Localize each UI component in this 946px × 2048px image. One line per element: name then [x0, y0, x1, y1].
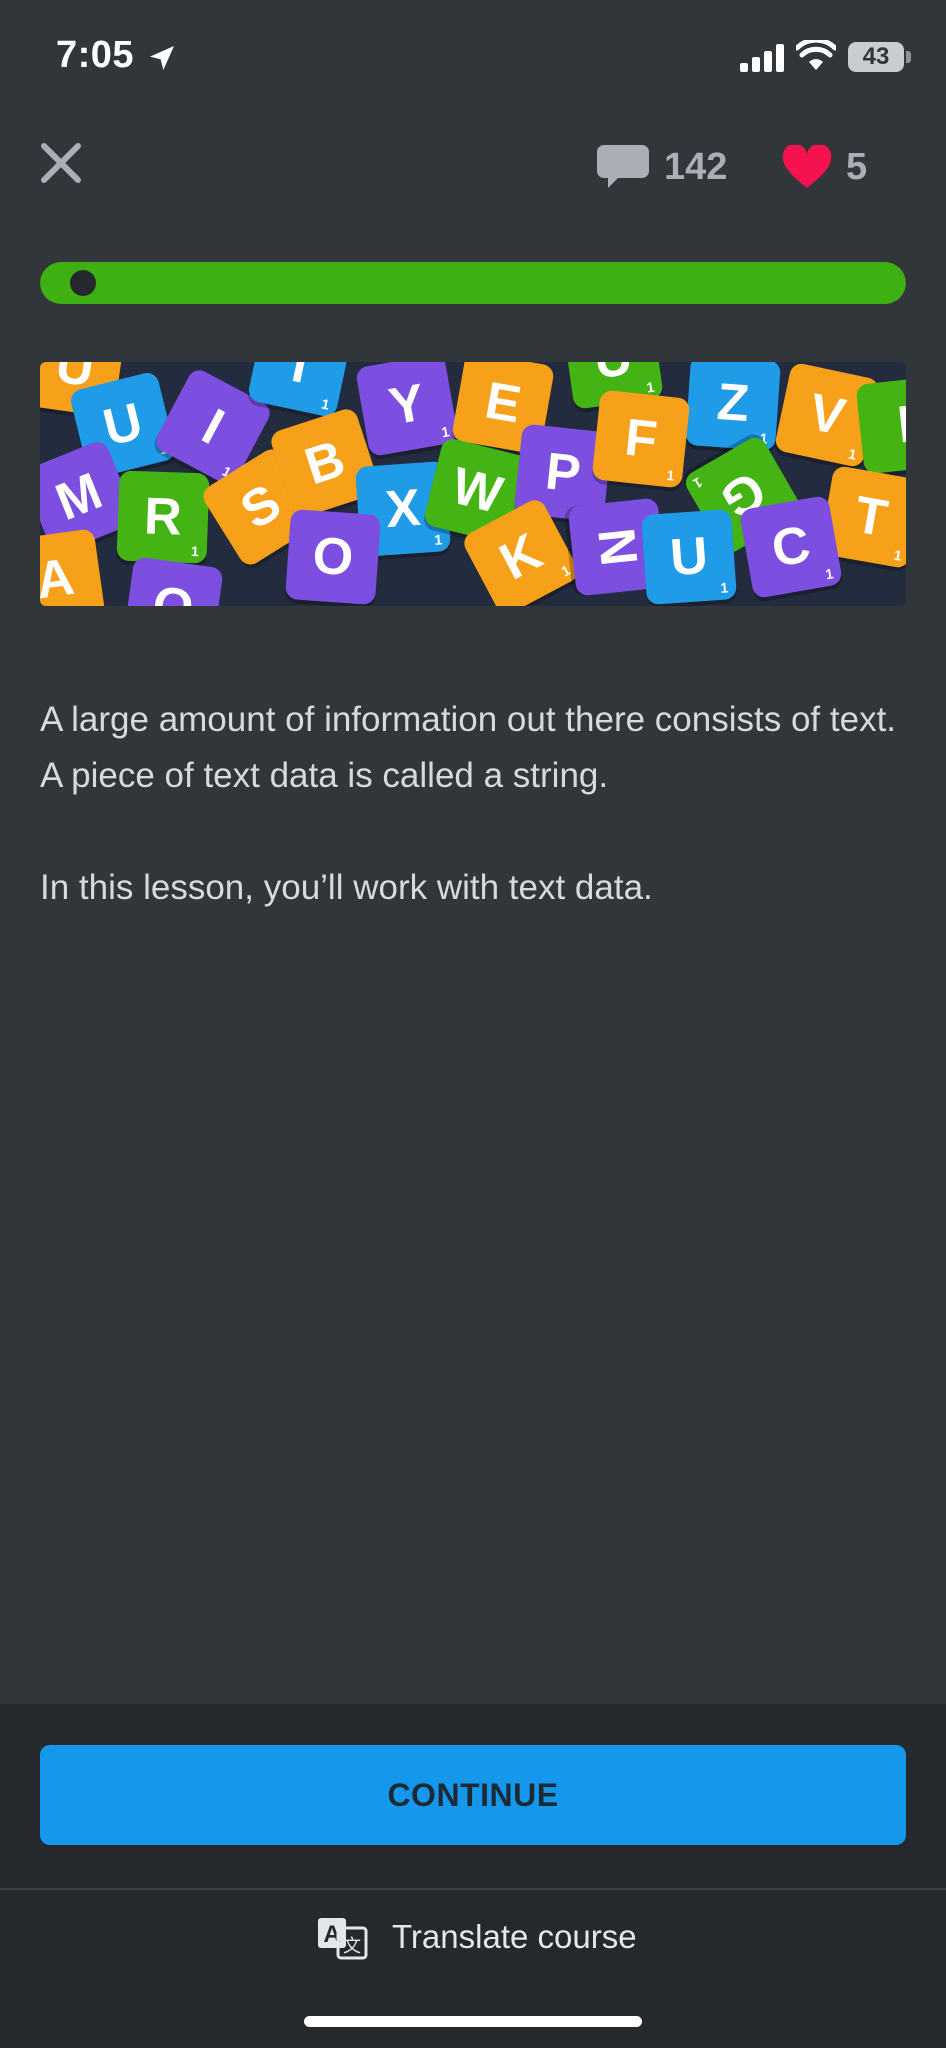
- comments-button[interactable]: 142: [596, 142, 727, 192]
- lesson-progress-bar: [40, 262, 906, 304]
- svg-text:文: 文: [343, 1936, 361, 1957]
- letter-tile: C1: [738, 494, 844, 600]
- letter-tile: Z1: [684, 362, 782, 452]
- wifi-icon: [796, 40, 836, 70]
- battery-icon: 43: [848, 42, 904, 72]
- lesson-paragraph: A large amount of information out there …: [40, 700, 897, 795]
- heart-icon: [782, 145, 832, 188]
- lesson-content: A large amount of information out there …: [40, 692, 906, 972]
- speech-bubble-icon: [597, 145, 649, 188]
- close-icon: [41, 143, 81, 183]
- location-arrow-icon: [150, 46, 174, 70]
- cellular-signal-icon: [740, 44, 784, 72]
- status-bar: 7:05 43: [0, 0, 946, 118]
- home-indicator: [304, 2016, 642, 2027]
- continue-button[interactable]: CONTINUE: [40, 1745, 906, 1845]
- hearts-button[interactable]: 5: [782, 142, 867, 192]
- divider: [0, 1888, 946, 1890]
- letter-tile: A: [40, 528, 106, 606]
- close-button[interactable]: [36, 138, 86, 188]
- lesson-progress-fill: [40, 262, 906, 304]
- progress-marker: [70, 270, 96, 296]
- status-time: 7:05: [56, 34, 135, 76]
- letter-tile: U1: [640, 508, 738, 606]
- letter-tile: R1: [116, 470, 210, 564]
- hearts-count: 5: [846, 145, 868, 188]
- battery-level: 43: [862, 43, 890, 70]
- letter-tiles-illustration: U U1 I1 I1 Y1 E1 U1 Z1 V1 I M1 R1 S1 B1 …: [40, 362, 906, 606]
- translate-course-label: Translate course: [392, 1918, 637, 1955]
- lesson-paragraph: In this lesson, you’ll work with text da…: [40, 868, 653, 907]
- letter-tile: I: [855, 375, 906, 475]
- translate-icon: A 文: [318, 1918, 368, 1960]
- letter-tile: O: [284, 508, 382, 606]
- comments-count: 142: [664, 145, 728, 188]
- battery-cap: [906, 51, 911, 63]
- translate-course-button[interactable]: A 文 Translate course: [316, 1912, 637, 1962]
- letter-tile: O: [122, 556, 224, 606]
- letter-tile: F1: [591, 389, 691, 489]
